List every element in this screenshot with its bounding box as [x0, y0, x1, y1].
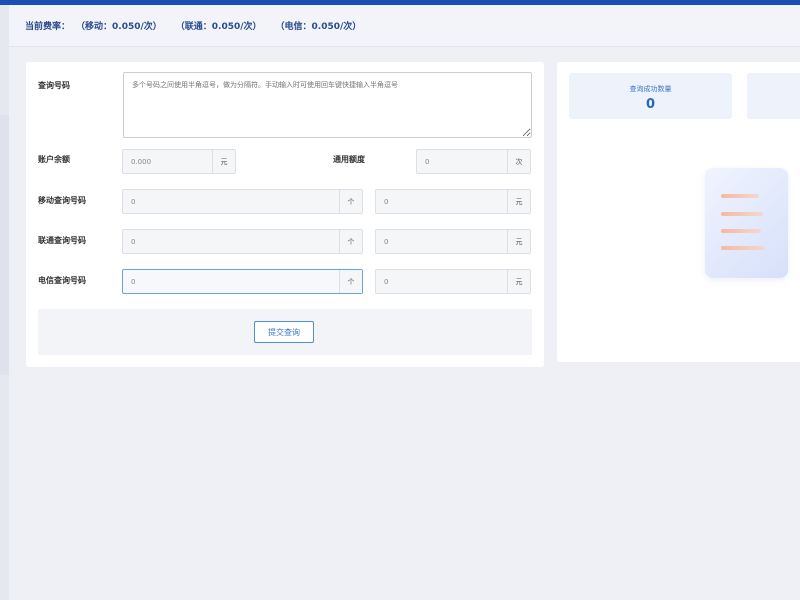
mobile-cost-unit: 元 [507, 190, 530, 213]
illustration-line [721, 212, 763, 216]
balance-field: 0.000 元 [122, 149, 236, 174]
success-count-label: 查询成功数量 [629, 85, 672, 93]
unicom-count-field[interactable]: 0 个 [122, 229, 363, 254]
telecom-count-unit: 个 [339, 270, 362, 293]
query-numbers-label: 查询号码 [38, 81, 70, 90]
submit-area: 提交查询 [38, 309, 532, 355]
telecom-cost-value: 0 [384, 277, 389, 286]
balance-value: 0.000 [131, 157, 152, 166]
telecom-numbers-label: 电信查询号码 [38, 276, 86, 285]
illustration-line [721, 229, 761, 233]
rate-label: 当前费率： [25, 22, 71, 32]
illustration-line [721, 246, 765, 250]
mobile-count-field[interactable]: 0 个 [122, 189, 363, 214]
document-illustration-icon [705, 168, 788, 278]
rate-telecom: （电信：0.050/次） [275, 22, 362, 32]
illustration-line [721, 194, 759, 198]
telecom-cost-unit: 元 [507, 270, 530, 293]
mobile-cost-field: 0 元 [375, 189, 531, 214]
rate-bar: 当前费率： （移动：0.050/次） （联通：0.050/次） （电信：0.05… [9, 5, 800, 47]
mobile-numbers-label: 移动查询号码 [38, 196, 86, 205]
unicom-numbers-label: 联通查询号码 [38, 236, 86, 245]
second-stat-card [747, 73, 800, 119]
general-quota-field: 0 次 [416, 149, 531, 174]
unicom-cost-field: 0 元 [375, 229, 531, 254]
mobile-count-unit: 个 [339, 190, 362, 213]
unicom-count-unit: 个 [339, 230, 362, 253]
general-quota-label: 通用额度 [333, 155, 365, 164]
mobile-count-value: 0 [131, 197, 136, 206]
stats-panel: 查询成功数量 0 [557, 62, 800, 362]
general-quota-unit: 次 [507, 150, 530, 173]
telecom-count-field[interactable]: 0 个 [122, 269, 363, 294]
success-count-card: 查询成功数量 0 [569, 73, 732, 119]
query-numbers-input[interactable] [123, 72, 532, 138]
balance-unit: 元 [212, 150, 235, 173]
unicom-cost-value: 0 [384, 237, 389, 246]
general-quota-value: 0 [425, 157, 430, 166]
success-count-value: 0 [645, 97, 656, 112]
rate-mobile: （移动：0.050/次） [76, 22, 162, 32]
balance-label: 账户余额 [38, 155, 70, 164]
mobile-cost-value: 0 [384, 197, 389, 206]
left-sidebar-edge [0, 5, 9, 600]
telecom-cost-field: 0 元 [375, 269, 531, 294]
submit-query-button[interactable]: 提交查询 [254, 321, 314, 343]
query-form-panel: 查询号码 账户余额 0.000 元 通用额度 0 次 移动查询号码 0 个 0 … [26, 62, 544, 367]
sidebar-shade [0, 115, 9, 375]
unicom-cost-unit: 元 [507, 230, 530, 253]
telecom-count-value: 0 [131, 277, 136, 286]
rate-unicom: （联通：0.050/次） [175, 22, 262, 32]
unicom-count-value: 0 [131, 237, 136, 246]
